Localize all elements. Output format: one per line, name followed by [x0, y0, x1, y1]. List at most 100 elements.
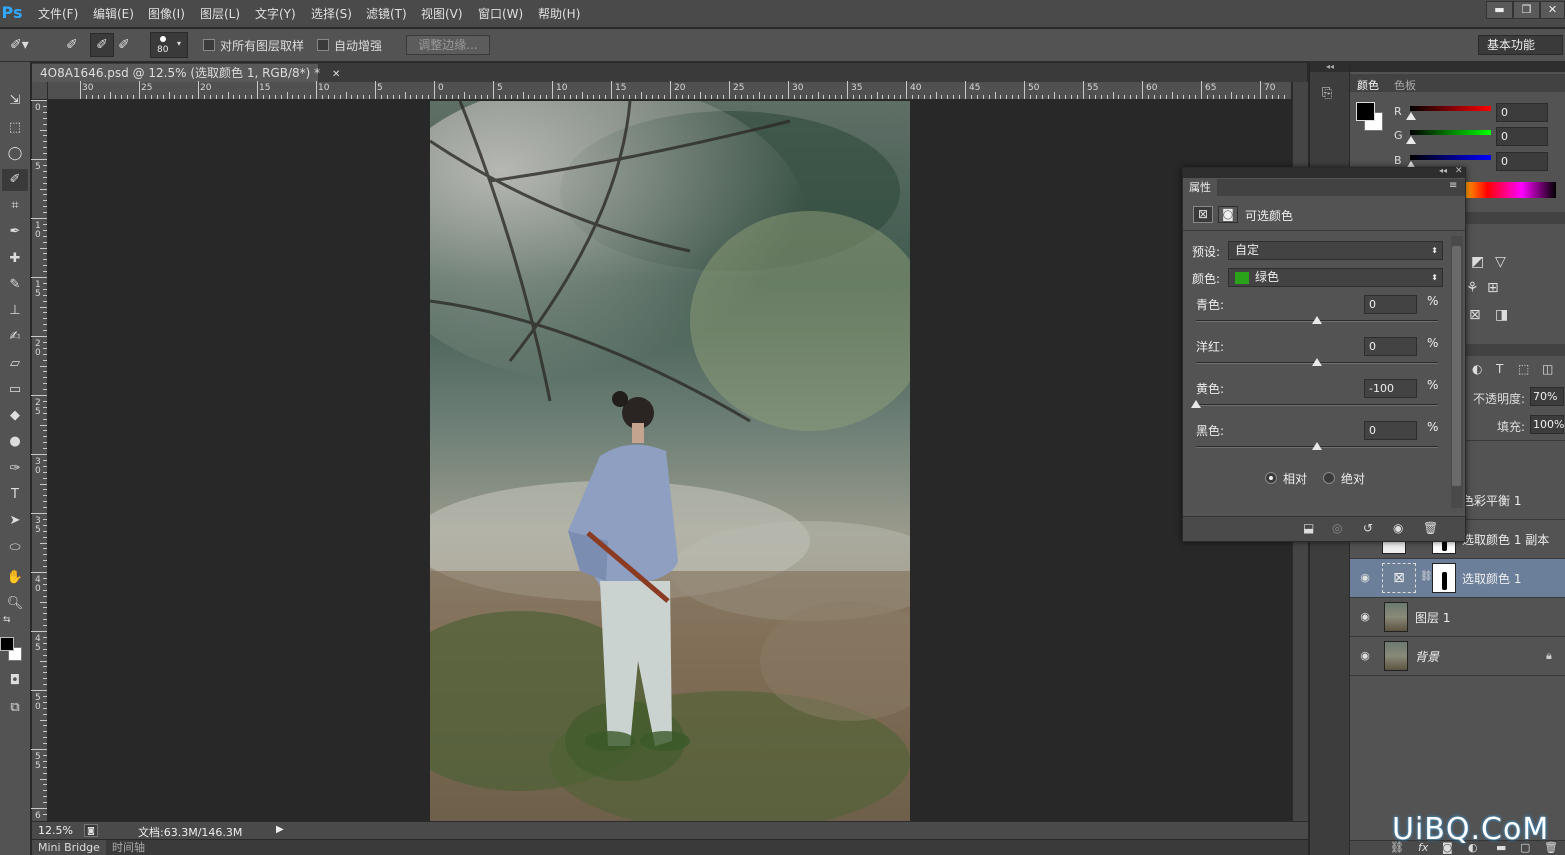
swap-colors-icon[interactable]: ⇆ [3, 615, 11, 625]
menu-window[interactable]: 窗口(W) [478, 6, 523, 22]
sample-all-layers-checkbox[interactable] [203, 39, 215, 51]
preset-select[interactable]: 自定 ⬍ [1228, 241, 1443, 260]
eyedropper-tool-icon[interactable]: ✒ [2, 221, 28, 243]
gradient-tool-icon[interactable]: ▭ [2, 379, 28, 401]
fill-input[interactable]: 100% [1530, 415, 1564, 434]
visibility-eye-icon[interactable]: ◉ [1393, 521, 1403, 535]
view-previous-icon[interactable]: ◎ [1332, 521, 1342, 535]
opacity-input[interactable]: 70% [1530, 387, 1564, 406]
quick-mask-icon[interactable]: ◘ [2, 670, 28, 692]
relative-radio[interactable] [1265, 472, 1277, 484]
channel-g-input[interactable]: 0 [1496, 127, 1548, 146]
collapse-icon[interactable]: ◂◂ [1310, 62, 1350, 72]
menu-type[interactable]: 文字(Y) [255, 6, 296, 22]
marquee-tool-icon[interactable]: ⬚ [2, 117, 28, 139]
absolute-radio[interactable] [1323, 472, 1335, 484]
filter-smart-object-icon[interactable]: ◫ [1542, 362, 1553, 376]
adjustment-type-icon[interactable]: ⊠ [1193, 206, 1213, 223]
selective-color-icon[interactable]: ⊠ [1469, 307, 1481, 323]
restore-button[interactable]: ❐ [1513, 1, 1540, 19]
workspace-switcher[interactable]: 基本功能 [1478, 35, 1563, 55]
slider-thumb[interactable] [1312, 442, 1322, 450]
layer-row-selective-color[interactable]: ◉ ⊠ ⛓ 选取颜色 1 [1350, 559, 1565, 598]
new-selection-icon[interactable]: ✐ [66, 37, 78, 53]
visibility-eye-icon[interactable]: ◉ [1358, 571, 1372, 585]
move-tool-icon[interactable]: ⇲ [2, 90, 28, 112]
menu-edit[interactable]: 编辑(E) [93, 6, 134, 22]
add-to-selection-icon[interactable]: ✐ [90, 33, 114, 57]
properties-scrollbar[interactable] [1451, 236, 1463, 508]
subtract-selection-icon[interactable]: ✐ [118, 37, 130, 53]
ellipse-tool-icon[interactable]: ⬭ [2, 537, 28, 559]
menu-layer[interactable]: 图层(L) [200, 6, 240, 22]
slider-thumb[interactable] [1312, 358, 1322, 366]
type-tool-icon[interactable]: T [2, 484, 28, 506]
slider-thumb[interactable] [1191, 400, 1201, 408]
tab-mini-bridge[interactable]: Mini Bridge [32, 840, 106, 855]
collapse-icon[interactable]: ◂◂ [1439, 166, 1447, 175]
gradient-map-icon[interactable]: ◨ [1495, 307, 1508, 323]
lasso-tool-icon[interactable]: ◯ [2, 143, 28, 165]
screen-mode-icon[interactable]: ⧉ [2, 697, 28, 719]
menu-select[interactable]: 选择(S) [311, 6, 352, 22]
pen-tool-icon[interactable]: ✑ [2, 458, 28, 480]
foreground-color-swatch[interactable] [1356, 102, 1375, 121]
scroll-thumb[interactable] [1452, 246, 1461, 486]
vibrance-icon[interactable]: ▽ [1495, 254, 1506, 270]
document-image[interactable] [430, 101, 910, 821]
path-selection-tool-icon[interactable]: ➤ [2, 510, 28, 532]
close-icon[interactable]: ✕ [1455, 166, 1463, 176]
visibility-eye-icon[interactable]: ◉ [1358, 649, 1372, 663]
document-tab[interactable]: 4O8A1646.psd @ 12.5% (选取颜色 1, RGB/8*) * … [32, 64, 340, 82]
blur-tool-icon[interactable]: ◆ [2, 405, 28, 427]
layer-row-background[interactable]: ◉ 背景 🔒︎ [1350, 637, 1565, 676]
menu-image[interactable]: 图像(I) [148, 6, 185, 22]
channel-b-slider[interactable] [1410, 155, 1491, 160]
filter-adjustment-icon[interactable]: ◐ [1472, 362, 1482, 376]
zoom-level[interactable]: 12.5% [38, 824, 73, 837]
brush-tool-icon[interactable]: ✎ [2, 274, 28, 296]
tab-swatches[interactable]: 色板 [1394, 77, 1416, 93]
color-select[interactable]: 绿色 ⬍ [1228, 268, 1443, 287]
slider-value-input[interactable]: 0 [1364, 337, 1417, 356]
slider-thumb[interactable] [1406, 136, 1416, 144]
channel-mixer-icon[interactable]: ⊞ [1487, 280, 1499, 296]
channel-r-input[interactable]: 0 [1496, 103, 1548, 122]
menu-view[interactable]: 视图(V) [421, 6, 463, 22]
history-panel-icon[interactable]: ⎘ [1322, 86, 1338, 108]
delete-icon[interactable]: 🗑︎ [1423, 521, 1438, 535]
minimize-button[interactable]: ▬ [1486, 1, 1513, 19]
hue-icon[interactable]: ⚘ [1466, 280, 1479, 296]
foreground-color-swatch[interactable] [0, 637, 14, 651]
brush-picker[interactable]: 80 ▾ [150, 32, 188, 58]
layer-row-layer1[interactable]: ◉ 图层 1 [1350, 598, 1565, 637]
channel-r-slider[interactable] [1410, 106, 1491, 111]
filter-type-icon[interactable]: T [1496, 362, 1503, 376]
channel-b-input[interactable]: 0 [1496, 152, 1548, 171]
healing-brush-tool-icon[interactable]: ✚ [2, 248, 28, 270]
menu-file[interactable]: 文件(F) [38, 6, 78, 22]
menu-filter[interactable]: 滤镜(T) [366, 6, 407, 22]
slider-value-input[interactable]: 0 [1364, 421, 1417, 440]
eraser-tool-icon[interactable]: ▱ [2, 353, 28, 375]
slider-thumb[interactable] [1406, 112, 1416, 120]
reset-icon[interactable]: ↺ [1363, 521, 1373, 535]
history-brush-tool-icon[interactable]: ✍ [2, 326, 28, 348]
slider-value-input[interactable]: 0 [1364, 295, 1417, 314]
close-icon[interactable]: ✕ [332, 69, 340, 80]
zoom-tool-icon[interactable]: 🔍︎ [2, 593, 28, 615]
menu-help[interactable]: 帮助(H) [538, 6, 580, 22]
tab-color[interactable]: 颜色 [1357, 77, 1379, 93]
slider-value-input[interactable]: -100 [1364, 379, 1417, 398]
hand-tool-icon[interactable]: ✋ [2, 567, 28, 589]
tab-properties[interactable]: 属性 [1183, 179, 1217, 196]
clone-stamp-tool-icon[interactable]: ⊥ [2, 300, 28, 322]
auto-enhance-checkbox[interactable] [317, 39, 329, 51]
exposure-icon[interactable]: ◩ [1471, 254, 1484, 270]
clip-to-layer-icon[interactable]: ⬓ [1303, 521, 1314, 535]
visibility-eye-icon[interactable]: ◉ [1358, 610, 1372, 624]
close-window-button[interactable]: ✕ [1540, 1, 1565, 19]
ruler-origin[interactable] [32, 82, 48, 100]
proof-icon[interactable]: ◙ [84, 824, 98, 837]
mask-icon[interactable]: ◙ [1218, 206, 1238, 223]
